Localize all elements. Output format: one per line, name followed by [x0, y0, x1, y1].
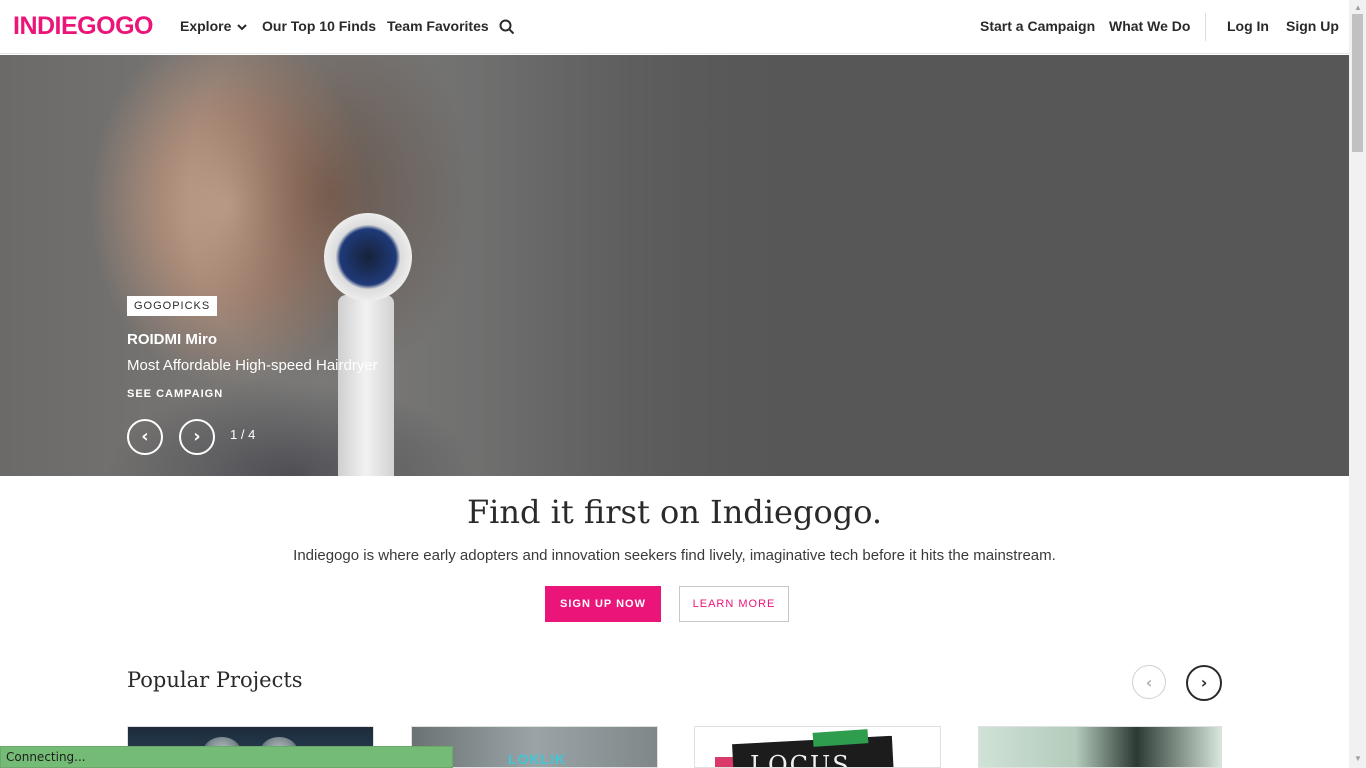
nav-top-10-finds[interactable]: Our Top 10 Finds	[262, 18, 376, 34]
search-icon	[499, 19, 515, 35]
nav-sign-up[interactable]: Sign Up	[1286, 18, 1339, 34]
nav-explore[interactable]: Explore	[180, 18, 247, 34]
hero-gradient-overlay	[480, 55, 820, 476]
search-button[interactable]	[499, 19, 515, 38]
hero-image-dryer-handle	[338, 295, 394, 476]
project-card[interactable]	[978, 726, 1222, 768]
hero-carousel: GOGOPICKS ROIDMI Miro Most Affordable Hi…	[0, 55, 1349, 476]
hero-prev-button[interactable]: ‹	[127, 419, 163, 455]
nav-divider	[1205, 13, 1206, 41]
chevron-right-icon: ›	[1200, 673, 1208, 692]
project-card[interactable]: LOCUS	[694, 726, 941, 768]
browser-status-bar: Connecting...	[0, 746, 453, 768]
hero-image-dryer	[324, 213, 412, 301]
hero-slide-counter: 1 / 4	[230, 427, 256, 442]
popular-projects-heading: Popular Projects	[127, 668, 303, 692]
popular-next-button[interactable]: ›	[1186, 665, 1222, 701]
intro-heading: Find it first on Indiegogo.	[466, 493, 883, 531]
intro-description: Indiegogo is where early adopters and in…	[293, 547, 1056, 564]
popular-prev-button[interactable]: ‹	[1132, 665, 1166, 699]
indiegogo-logo[interactable]: INDIEGOGO	[13, 12, 153, 41]
chevron-left-icon: ‹	[141, 426, 149, 447]
nav-team-favorites[interactable]: Team Favorites	[387, 18, 489, 34]
nav-explore-label: Explore	[180, 18, 232, 34]
gogopicks-badge: GOGOPICKS	[127, 296, 218, 316]
chevron-left-icon: ‹	[1145, 673, 1153, 692]
chevron-right-icon: ›	[193, 426, 201, 447]
learn-more-button[interactable]: LEARN MORE	[679, 586, 789, 622]
top-navigation-bar: INDIEGOGO Explore Our Top 10 Finds Team …	[0, 0, 1349, 54]
project-brand-text: LOKLIK	[508, 751, 567, 767]
scroll-up-icon[interactable]: ▲	[1354, 3, 1362, 12]
see-campaign-link[interactable]: SEE CAMPAIGN	[127, 388, 223, 400]
nav-log-in[interactable]: Log In	[1227, 18, 1269, 34]
project-brand-text: LOCUS	[750, 751, 851, 768]
hero-campaign-subtitle: Most Affordable High-speed Hairdryer	[127, 357, 378, 374]
scroll-down-icon[interactable]: ▼	[1354, 754, 1362, 763]
chevron-down-icon	[237, 24, 247, 31]
nav-what-we-do[interactable]: What We Do	[1109, 18, 1190, 34]
hero-next-button[interactable]: ›	[179, 419, 215, 455]
page-scrollbar[interactable]: ▲ ▼	[1349, 0, 1366, 768]
sign-up-now-button[interactable]: SIGN UP NOW	[545, 586, 661, 622]
nav-start-campaign[interactable]: Start a Campaign	[980, 18, 1095, 34]
scrollbar-thumb[interactable]	[1352, 14, 1363, 152]
hero-campaign-title[interactable]: ROIDMI Miro	[127, 331, 217, 348]
